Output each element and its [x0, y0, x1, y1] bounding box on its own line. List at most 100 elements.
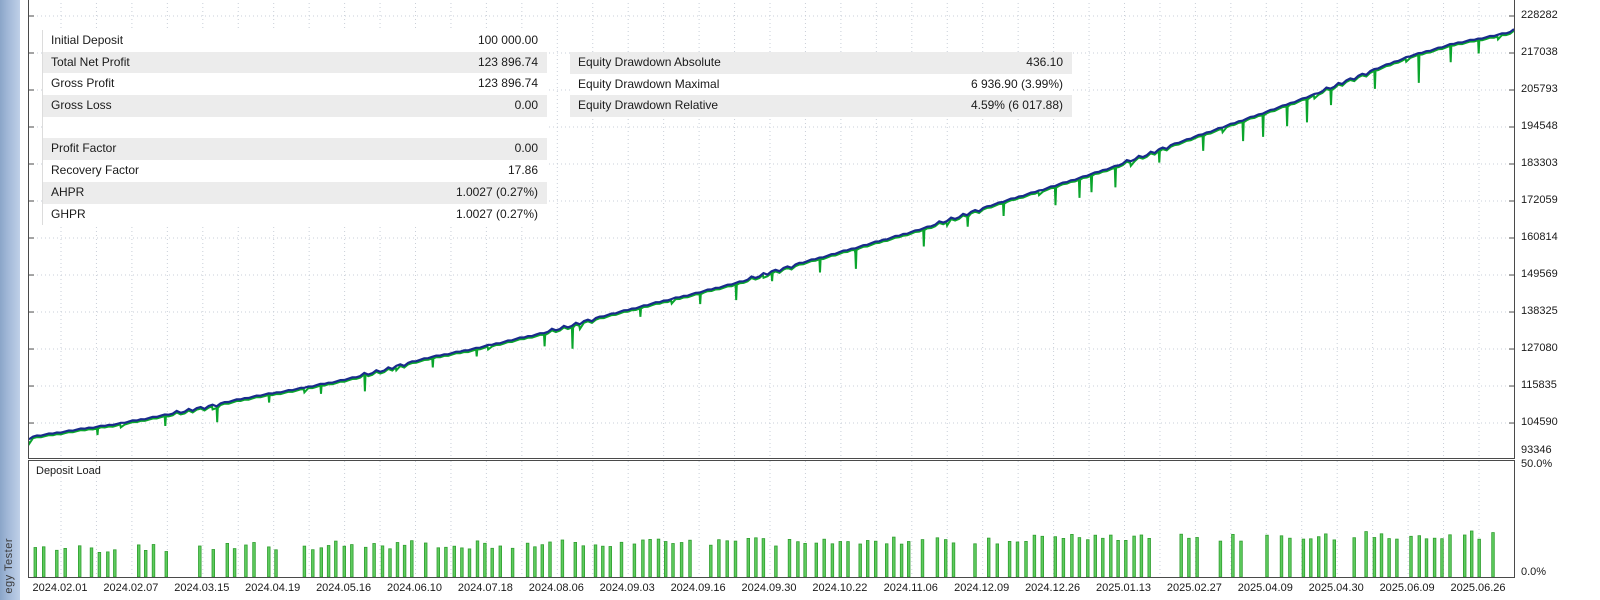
- deposit-load-bar: [1062, 538, 1065, 577]
- deposit-load-bar: [1110, 535, 1113, 577]
- stat-row: GHPR1.0027 (0.27%): [43, 204, 547, 226]
- deposit-load-bar: [1054, 537, 1057, 577]
- y-axis-tick-label: 172059: [1521, 194, 1558, 207]
- stat-label: Gross Loss: [43, 95, 515, 117]
- deposit-load-bar: [1025, 541, 1028, 577]
- deposit-load-bar: [974, 544, 977, 577]
- deposit-load-min-label: 0.0%: [1521, 566, 1546, 578]
- stat-row: Equity Drawdown Absolute436.10: [570, 52, 1072, 74]
- x-axis-date-label: 2024.08.06: [522, 582, 590, 594]
- deposit-load-panel[interactable]: [28, 460, 1515, 578]
- deposit-load-bar: [373, 544, 376, 578]
- deposit-load-bar: [987, 538, 990, 577]
- deposit-load-bar: [1289, 538, 1292, 577]
- deposit-load-bar: [78, 546, 81, 577]
- deposit-load-bar: [775, 546, 778, 577]
- stat-label: Initial Deposit: [43, 30, 478, 52]
- deposit-load-bar: [633, 544, 636, 577]
- x-axis-date-label: 2024.04.19: [239, 582, 307, 594]
- deposit-load-bar: [327, 546, 330, 578]
- deposit-load-bar: [396, 543, 399, 578]
- deposit-load-bar: [1117, 540, 1120, 577]
- deposit-load-bar: [245, 545, 248, 577]
- deposit-load-bar: [797, 542, 800, 577]
- deposit-load-bar: [885, 544, 888, 577]
- stat-row: Total Net Profit123 896.74: [43, 52, 547, 74]
- deposit-load-bar: [710, 545, 713, 577]
- deposit-load-bar: [788, 539, 791, 577]
- y-axis-tick-label: 104590: [1521, 416, 1558, 429]
- deposit-load-bar: [1102, 538, 1105, 577]
- stat-row: Gross Profit123 896.74: [43, 73, 547, 95]
- x-axis-date-label: 2025.04.09: [1231, 582, 1299, 594]
- stat-row: Gross Loss0.00: [43, 95, 547, 117]
- y-axis-tick-label: 160814: [1521, 231, 1558, 244]
- x-axis-date-label: 2025.02.27: [1160, 582, 1228, 594]
- y-axis-tick-label: 217038: [1521, 46, 1558, 59]
- deposit-load-bar: [1071, 534, 1074, 577]
- x-axis-date-label: 2024.09.30: [735, 582, 803, 594]
- deposit-load-bar: [1125, 540, 1128, 577]
- deposit-load-bar: [233, 549, 236, 577]
- x-axis-date-label: 2024.12.26: [1019, 582, 1087, 594]
- deposit-load-bar: [445, 547, 448, 577]
- deposit-load-bar: [64, 548, 67, 577]
- deposit-load-bar: [1325, 534, 1328, 577]
- deposit-load-bar: [642, 540, 645, 577]
- y-axis-tick-label: 183303: [1521, 157, 1558, 170]
- deposit-load-bar: [1094, 535, 1097, 577]
- deposit-load-bar: [1016, 542, 1019, 577]
- deposit-load-bar: [137, 545, 140, 577]
- stat-row: Equity Drawdown Maximal6 936.90 (3.99%): [570, 74, 1072, 96]
- deposit-load-max-label: 50.0%: [1521, 458, 1552, 470]
- y-axis-tick-label: 138325: [1521, 305, 1558, 318]
- deposit-load-bar: [34, 548, 37, 578]
- deposit-load-bar: [831, 544, 834, 577]
- stat-row: AHPR1.0027 (0.27%): [43, 182, 547, 204]
- deposit-load-bar: [755, 538, 758, 577]
- deposit-load-bar: [199, 546, 202, 577]
- deposit-load-bar: [1033, 535, 1036, 577]
- deposit-load-bar: [1388, 539, 1391, 577]
- deposit-load-svg[interactable]: [29, 461, 1514, 577]
- stat-label: Recovery Factor: [43, 160, 508, 182]
- y-axis-tick-label: 228282: [1521, 9, 1558, 22]
- deposit-load-bar: [649, 539, 652, 577]
- deposit-load-bar: [499, 546, 502, 577]
- stat-value: 0.00: [515, 138, 547, 160]
- deposit-load-bar: [165, 552, 168, 578]
- deposit-load-bar: [476, 541, 479, 577]
- x-axis-date-label: 2024.07.18: [451, 582, 519, 594]
- deposit-load-bar: [152, 545, 155, 578]
- stat-value: 1.0027 (0.27%): [456, 182, 547, 204]
- stat-label: [43, 117, 538, 139]
- deposit-load-bar: [114, 550, 117, 577]
- deposit-load-bar: [212, 550, 215, 578]
- deposit-load-bar: [823, 539, 826, 577]
- deposit-load-bar: [1302, 539, 1305, 577]
- deposit-load-bar: [1280, 536, 1283, 577]
- deposit-load-bar: [952, 543, 955, 577]
- strategy-tester-panel-tab[interactable]: egy Tester: [0, 0, 20, 600]
- deposit-load-bar: [874, 541, 877, 577]
- deposit-load-bar: [389, 549, 392, 577]
- deposit-load-bar: [893, 537, 896, 577]
- results-table-right: Equity Drawdown Absolute436.10Equity Dra…: [570, 52, 1072, 117]
- stat-value: 0.00: [515, 95, 547, 117]
- y-axis-tick-label: 127080: [1521, 342, 1558, 355]
- deposit-load-bar: [839, 542, 842, 578]
- deposit-load-title: Deposit Load: [36, 465, 101, 477]
- deposit-load-bar: [1180, 534, 1183, 577]
- deposit-load-bar: [1365, 532, 1368, 577]
- deposit-load-bar: [351, 545, 354, 577]
- deposit-load-bar: [1492, 533, 1495, 577]
- deposit-load-bar: [602, 546, 605, 577]
- deposit-load-bar: [526, 543, 529, 577]
- deposit-load-bar: [424, 543, 427, 577]
- deposit-load-bar: [847, 542, 850, 577]
- deposit-load-bar: [1188, 538, 1191, 577]
- stat-label: Equity Drawdown Maximal: [570, 74, 971, 96]
- deposit-load-bar: [491, 548, 494, 577]
- deposit-load-bar: [726, 541, 729, 577]
- results-table-left: Initial Deposit100 000.00Total Net Profi…: [42, 30, 547, 225]
